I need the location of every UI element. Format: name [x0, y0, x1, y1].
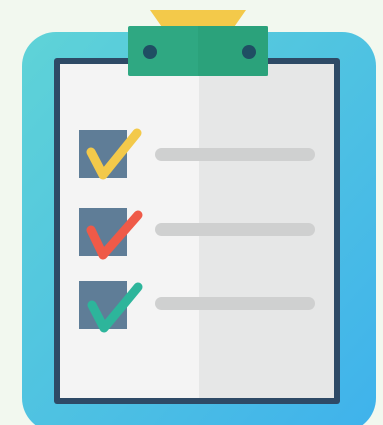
clipboard-illustration — [0, 0, 383, 425]
task-line-2 — [155, 223, 315, 236]
task-line-1 — [155, 148, 315, 161]
task-line-3 — [155, 297, 315, 310]
clipboard-icon — [22, 10, 376, 425]
clip-hole-right-icon — [242, 45, 256, 59]
clip-hole-left-icon — [143, 45, 157, 59]
clip-body-shade — [198, 26, 268, 76]
